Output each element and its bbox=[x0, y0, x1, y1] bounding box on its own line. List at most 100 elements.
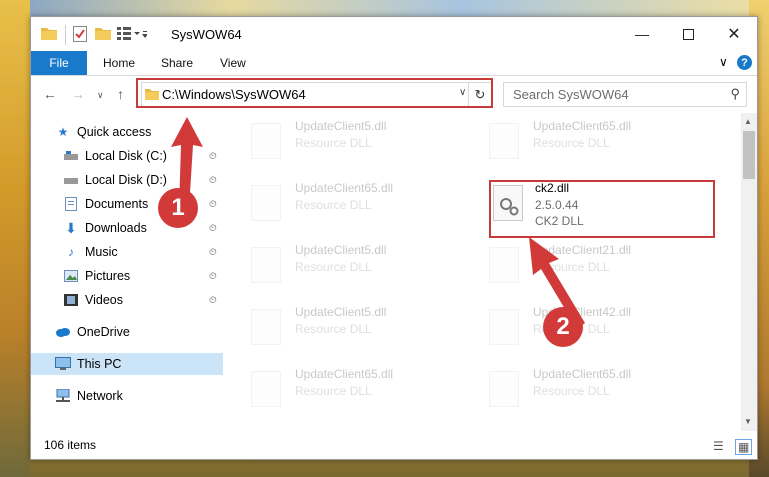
sidebar-item-label: Music bbox=[85, 245, 118, 259]
scroll-down-icon[interactable]: ▼ bbox=[744, 417, 752, 426]
file-item[interactable]: UpdateClient65.dll Resource DLL bbox=[251, 181, 481, 237]
callout-badge-2: 2 bbox=[543, 307, 583, 347]
minimize-button[interactable]: — bbox=[619, 17, 665, 51]
dll-file-icon bbox=[489, 371, 519, 407]
file-type: Resource DLL bbox=[295, 198, 372, 212]
search-input[interactable]: Search SysWOW64 ⚲ bbox=[503, 82, 747, 107]
sidebar-item-label: Pictures bbox=[85, 269, 131, 283]
pin-icon[interactable]: ⏲ bbox=[209, 271, 217, 282]
back-icon[interactable]: ← bbox=[43, 86, 57, 102]
callout-badge-1: 1 bbox=[158, 188, 198, 228]
sidebar-item-onedrive[interactable]: OneDrive bbox=[31, 321, 223, 343]
sidebar-item-label: Local Disk (C:) bbox=[85, 149, 167, 163]
window-title: SysWOW64 bbox=[171, 27, 242, 42]
sidebar-item-label: Videos bbox=[85, 293, 123, 307]
dll-file-icon bbox=[251, 247, 281, 283]
search-placeholder: Search SysWOW64 bbox=[513, 87, 629, 102]
tab-share[interactable]: Share bbox=[161, 51, 193, 75]
download-icon: ⬇ bbox=[65, 219, 77, 236]
scrollbar-thumb[interactable] bbox=[743, 131, 755, 179]
large-icons-view-icon[interactable]: ▦ bbox=[735, 439, 753, 455]
pin-icon[interactable]: ⏲ bbox=[209, 223, 217, 234]
minimize-icon: — bbox=[635, 26, 649, 42]
cloud-icon bbox=[55, 325, 71, 339]
maximize-button[interactable] bbox=[665, 17, 711, 51]
tab-home[interactable]: Home bbox=[103, 51, 135, 75]
properties-icon[interactable] bbox=[73, 26, 87, 42]
videos-icon bbox=[63, 293, 79, 307]
maximize-icon bbox=[682, 28, 694, 40]
vertical-scrollbar[interactable]: ▲ ▼ bbox=[741, 113, 757, 431]
sidebar-item-music[interactable]: ♪ Music ⏲ bbox=[31, 241, 223, 263]
sidebar-item-label: Documents bbox=[85, 197, 149, 211]
file-item[interactable]: UpdateClient5.dll Resource DLL bbox=[251, 119, 481, 175]
separator bbox=[65, 25, 66, 45]
new-folder-icon[interactable] bbox=[95, 26, 111, 42]
dll-file-icon bbox=[251, 371, 281, 407]
navigation-bar: ← → ∨ ↑ C:\Windows\SysWOW64 ∨ ↻ Search S… bbox=[31, 76, 757, 112]
recent-locations-icon[interactable]: ∨ bbox=[97, 90, 104, 101]
sidebar-item-label: Downloads bbox=[85, 221, 147, 235]
sidebar-item-network[interactable]: Network bbox=[31, 385, 223, 407]
sidebar-item-downloads[interactable]: ⬇ Downloads ⏲ bbox=[31, 217, 223, 239]
documents-icon bbox=[63, 197, 79, 211]
computer-icon bbox=[55, 357, 71, 371]
file-item[interactable]: UpdateClient65.dll Resource DLL bbox=[489, 367, 719, 423]
file-item[interactable]: UpdateClient5.dll Resource DLL bbox=[251, 305, 481, 361]
dll-file-icon bbox=[251, 309, 281, 345]
file-type: Resource DLL bbox=[295, 384, 372, 398]
sidebar-item-videos[interactable]: Videos ⏲ bbox=[31, 289, 223, 311]
drive-icon bbox=[63, 149, 79, 163]
status-bar: 106 items ☰ ▦ bbox=[31, 431, 757, 459]
search-icon: ⚲ bbox=[730, 86, 740, 101]
customize-qat-icon[interactable] bbox=[117, 26, 148, 42]
file-name: UpdateClient65.dll bbox=[533, 119, 632, 133]
folder-icon[interactable] bbox=[41, 26, 57, 42]
file-name: UpdateClient5.dll bbox=[295, 305, 387, 319]
file-highlight-box bbox=[489, 180, 715, 238]
tab-file[interactable]: File bbox=[31, 51, 87, 75]
sidebar-item-pictures[interactable]: Pictures ⏲ bbox=[31, 265, 223, 287]
sidebar-item-label: Local Disk (D:) bbox=[85, 173, 167, 187]
details-view-icon[interactable]: ☰ bbox=[713, 439, 724, 453]
file-name: UpdateClient5.dll bbox=[295, 119, 387, 133]
pin-icon[interactable]: ⏲ bbox=[209, 247, 217, 258]
close-button[interactable]: ✕ bbox=[711, 17, 757, 51]
dll-file-icon bbox=[251, 185, 281, 221]
sidebar-item-label: Quick access bbox=[77, 125, 152, 139]
item-count: 106 items bbox=[44, 438, 97, 452]
sidebar-item-this-pc[interactable]: This PC bbox=[31, 353, 223, 375]
file-name: UpdateClient65.dll bbox=[533, 367, 632, 381]
file-name: UpdateClient65.dll bbox=[295, 181, 394, 195]
title-bar: SysWOW64 — ✕ bbox=[31, 17, 757, 51]
file-list: UpdateClient5.dll Resource DLL UpdateCli… bbox=[227, 113, 739, 431]
file-item[interactable]: UpdateClient5.dll Resource DLL bbox=[251, 243, 481, 299]
star-icon: ★ bbox=[57, 125, 69, 139]
forward-icon[interactable]: → bbox=[71, 86, 85, 102]
pictures-icon bbox=[63, 269, 79, 283]
file-item[interactable]: UpdateClient65.dll Resource DLL bbox=[251, 367, 481, 423]
file-type: Resource DLL bbox=[295, 322, 372, 336]
help-icon[interactable]: ? bbox=[737, 55, 752, 70]
dll-file-icon bbox=[489, 123, 519, 159]
desktop-background-left bbox=[0, 0, 30, 477]
sidebar-item-label: OneDrive bbox=[77, 325, 130, 339]
expand-ribbon-icon[interactable]: ∨ bbox=[719, 55, 728, 69]
ribbon-tabs: File Home Share View ∨ ? bbox=[31, 51, 757, 76]
tab-view[interactable]: View bbox=[220, 51, 246, 75]
file-name: UpdateClient65.dll bbox=[295, 367, 394, 381]
file-type: Resource DLL bbox=[295, 260, 372, 274]
scroll-up-icon[interactable]: ▲ bbox=[744, 117, 752, 126]
dll-file-icon bbox=[251, 123, 281, 159]
desktop-background-top bbox=[0, 0, 769, 16]
sidebar-item-label: Network bbox=[77, 389, 123, 403]
file-type: Resource DLL bbox=[295, 136, 372, 150]
file-type: Resource DLL bbox=[533, 136, 610, 150]
music-icon: ♪ bbox=[68, 245, 74, 259]
up-icon[interactable]: ↑ bbox=[117, 86, 124, 102]
network-icon bbox=[55, 389, 71, 403]
pin-icon[interactable]: ⏲ bbox=[209, 295, 217, 306]
file-name: UpdateClient5.dll bbox=[295, 243, 387, 257]
file-item[interactable]: UpdateClient65.dll Resource DLL bbox=[489, 119, 719, 175]
address-highlight-box bbox=[136, 78, 493, 108]
